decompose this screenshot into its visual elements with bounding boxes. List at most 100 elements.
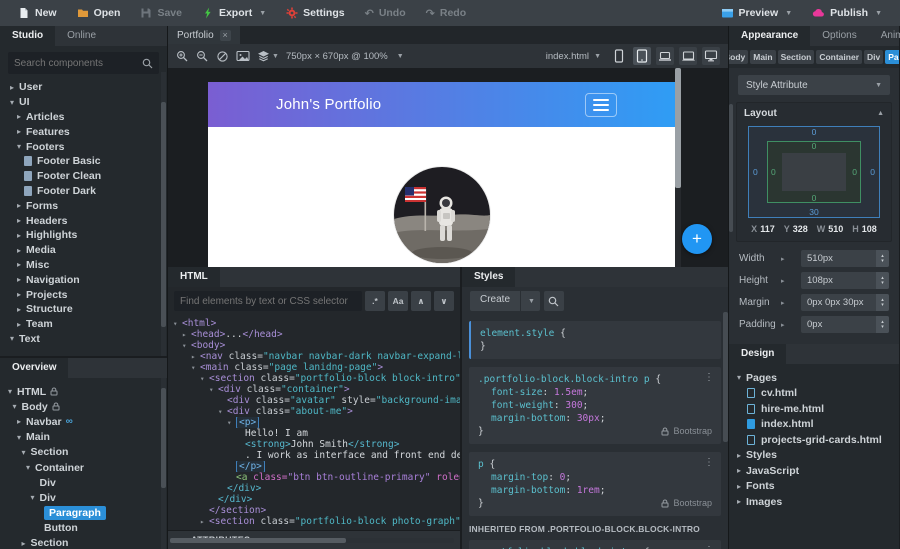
canvas-scrollbar[interactable] <box>675 68 681 267</box>
component-item[interactable]: ▸ Structure <box>0 302 167 317</box>
field-input[interactable]: 0px ▴ ▾ <box>801 316 889 333</box>
component-item[interactable]: Footer Clean <box>0 169 167 184</box>
padding-top-value[interactable]: 0 <box>749 141 879 151</box>
expand-arrow-icon[interactable]: ▾ <box>8 387 17 396</box>
expand-arrow-icon[interactable]: ▸ <box>200 516 209 527</box>
element-search[interactable] <box>174 291 362 311</box>
tab-html[interactable]: HTML <box>168 267 220 287</box>
component-item[interactable]: ▾ Text <box>0 332 167 347</box>
component-search[interactable] <box>8 52 159 74</box>
css-rule-card[interactable]: p {⋮ margin-top: 0; margin-bottom: 1rem;} B… <box>469 452 721 516</box>
expand-arrow-icon[interactable]: ▸ <box>22 539 31 548</box>
open-button[interactable]: Open <box>67 0 131 26</box>
expand-arrow-icon[interactable]: ▸ <box>10 83 19 92</box>
expand-arrow-icon[interactable]: ▸ <box>17 216 26 225</box>
find-next-button[interactable]: ∨ <box>434 291 454 311</box>
expand-arrow-icon[interactable]: ▸ <box>182 329 191 340</box>
expand-arrow-icon[interactable]: ▾ <box>17 433 26 442</box>
component-item[interactable]: ▸ User <box>0 80 167 95</box>
overview-item[interactable]: ▾ Section <box>0 445 167 460</box>
field-input[interactable]: 510px ▴ ▾ <box>801 250 889 267</box>
expand-arrow-icon[interactable]: ▸ <box>17 275 26 284</box>
component-item[interactable]: Footer Basic <box>0 154 167 169</box>
case-toggle-button[interactable]: Aa <box>388 291 408 311</box>
code-line[interactable]: ▸ <nav class="navbar navbar-dark navbar-e… <box>168 351 460 362</box>
overview-item[interactable]: ▸ Section <box>0 536 167 549</box>
expand-arrow-icon[interactable]: ▾ <box>182 340 191 351</box>
viewport-laptop-button[interactable] <box>679 47 697 65</box>
component-item[interactable]: ▸ Articles <box>0 110 167 125</box>
css-rule-card[interactable]: .portfolio-block.block-intro {⋮text-alig… <box>469 540 721 549</box>
expand-arrow-icon[interactable]: ▸ <box>737 482 746 491</box>
hamburger-menu-icon[interactable] <box>585 93 617 117</box>
component-item[interactable]: ▸ Media <box>0 243 167 258</box>
expand-arrow-icon[interactable]: ▾ <box>31 493 40 502</box>
scrollbar-thumb[interactable] <box>161 388 166 488</box>
margin-top-value[interactable]: 0 <box>749 127 879 137</box>
expand-arrow-icon[interactable]: ▾ <box>10 98 19 107</box>
expand-arrow-icon[interactable]: ▸ <box>781 277 785 285</box>
expand-arrow-icon[interactable]: ▾ <box>737 373 746 382</box>
component-item[interactable]: ▸ Highlights <box>0 228 167 243</box>
overview-item[interactable]: ▾ Body <box>0 399 167 414</box>
code-line[interactable]: </div> <box>168 483 460 494</box>
tab-styles[interactable]: Styles <box>462 267 516 287</box>
design-item-images[interactable]: ▸ Images <box>729 494 899 510</box>
code-line[interactable]: ▾ <section class="portfolio-block block-i… <box>168 373 460 384</box>
component-item[interactable]: ▸ Headers <box>0 213 167 228</box>
component-item[interactable]: ▸ Projects <box>0 287 167 302</box>
expand-arrow-icon[interactable]: ▸ <box>737 451 746 460</box>
overview-item[interactable]: ▾ Main <box>0 430 167 445</box>
overview-item[interactable]: ▸ Navbar ∞ <box>0 414 167 429</box>
stepper-control[interactable]: ▴ ▾ <box>876 272 889 289</box>
tab-options[interactable]: Options <box>810 26 868 46</box>
breadcrumb-item-container[interactable]: Container <box>816 50 862 64</box>
tab-portfolio[interactable]: Portfolio × <box>168 26 240 44</box>
find-elements-input[interactable] <box>180 295 356 307</box>
field-input[interactable]: 108px ▴ ▾ <box>801 272 889 289</box>
preview-button[interactable]: Preview ▼ <box>711 7 803 19</box>
design-item-index-html[interactable]: index.html <box>729 417 899 433</box>
rule-menu-icon[interactable]: ⋮ <box>704 371 714 384</box>
scrollbar-thumb[interactable] <box>675 68 681 188</box>
close-icon[interactable]: × <box>219 29 231 41</box>
find-prev-button[interactable]: ∧ <box>411 291 431 311</box>
breadcrumb-item-section[interactable]: Section <box>777 50 815 64</box>
expand-arrow-icon[interactable]: ▸ <box>737 466 746 475</box>
code-line[interactable]: ▸ <head>...</head> <box>168 329 460 340</box>
code-line[interactable]: ▾ <html> <box>168 318 460 329</box>
new-button[interactable]: New <box>8 0 67 26</box>
code-line[interactable]: <a class="btn btn-outline-primary" role=… <box>168 472 460 483</box>
zoom-in-button[interactable] <box>176 50 189 63</box>
css-rule-card[interactable]: element.style {} <box>469 321 721 359</box>
code-line[interactable]: Hello! I am <box>168 428 460 439</box>
design-item-pages[interactable]: ▾ Pages <box>729 370 899 386</box>
expand-arrow-icon[interactable]: ▸ <box>17 201 26 210</box>
expand-arrow-icon[interactable]: ▸ <box>737 497 746 506</box>
code-line[interactable]: <strong>John Smith</strong> <box>168 439 460 450</box>
expand-arrow-icon[interactable]: ▸ <box>781 299 785 307</box>
style-search-button[interactable] <box>543 291 564 311</box>
tab-animation[interactable]: Animation <box>869 26 900 46</box>
inspector-scrollbar[interactable] <box>729 104 733 232</box>
stepper-control[interactable]: ▴ ▾ <box>876 316 889 333</box>
component-item[interactable]: ▸ Forms <box>0 198 167 213</box>
expand-arrow-icon[interactable]: ▾ <box>173 318 182 329</box>
margin-right-value[interactable]: 0 <box>870 167 875 177</box>
viewport-phone-button[interactable] <box>610 47 628 65</box>
avatar[interactable] <box>393 167 490 263</box>
expand-arrow-icon[interactable]: ▾ <box>17 142 26 151</box>
rendered-page[interactable]: John's Portfolio <box>208 82 675 267</box>
add-element-fab[interactable]: + <box>682 224 712 254</box>
margin-bottom-value[interactable]: 30 <box>749 207 879 217</box>
code-line[interactable]: </div> <box>168 494 460 505</box>
expand-arrow-icon[interactable]: ▸ <box>17 260 26 269</box>
expand-arrow-icon[interactable]: ▾ <box>22 448 31 457</box>
create-style-button[interactable]: Create ▼ <box>470 291 540 311</box>
code-line[interactable]: . I work as interface and front end deve… <box>168 450 460 461</box>
settings-button[interactable]: Settings <box>276 0 354 26</box>
code-hscrollbar[interactable] <box>170 538 454 543</box>
padding-right-value[interactable]: 0 <box>852 167 857 177</box>
expand-arrow-icon[interactable]: ▸ <box>17 290 26 299</box>
viewport-desktop-button[interactable] <box>702 47 720 65</box>
